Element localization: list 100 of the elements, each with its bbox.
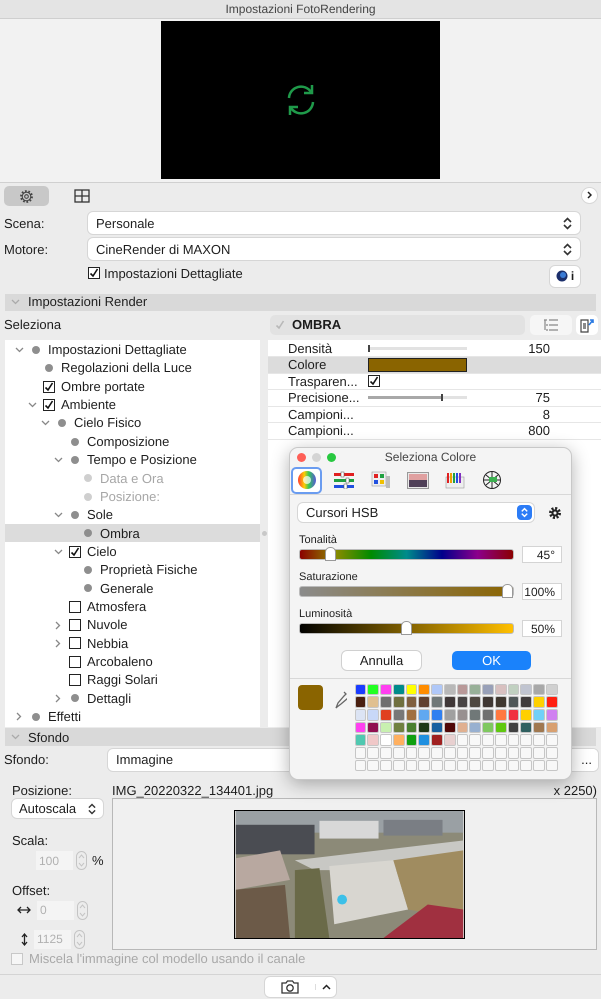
checkbox[interactable] [69,600,81,613]
tree-row[interactable]: Dettagli [5,689,260,708]
property-label: Densità [287,340,334,358]
ok-button[interactable]: OK [452,651,531,670]
checkbox[interactable] [69,546,81,558]
tree-row[interactable]: Effetti [5,708,260,726]
splitter-handle[interactable] [262,530,266,536]
slider-thumb[interactable] [325,547,336,561]
color-slider-track[interactable] [299,623,514,634]
minimize-button[interactable] [312,453,321,462]
tree-row[interactable]: Ombre portate [5,377,260,396]
tree-row[interactable]: Composizione [5,432,260,451]
chevron-right-icon[interactable] [55,638,61,648]
camera-icon [281,980,299,994]
color-slider-track[interactable] [299,586,514,597]
caret-icon[interactable] [322,984,330,990]
slider-thumb[interactable] [441,394,444,402]
chevron-right-icon[interactable] [55,694,61,703]
property-row[interactable]: Trasparen... [268,374,601,390]
engine-dropdown[interactable]: CineRender di MAXON [88,238,580,260]
toolbar-tab[interactable] [4,186,49,206]
vertical-arrow-icon [21,932,28,946]
chevron-down-icon[interactable] [54,548,62,555]
chevron-right-icon[interactable] [16,712,22,722]
export-button[interactable] [576,314,598,335]
chevron-down-icon[interactable] [28,402,36,408]
tree-row[interactable]: Sole [5,506,260,524]
value-field[interactable]: 100% [522,583,562,600]
tree-row[interactable]: Generale [5,579,260,598]
chevron-right-icon[interactable] [55,620,61,630]
file-name: IMG_20220322_134401.jpg [112,782,274,798]
zoom-button[interactable] [327,453,336,462]
slider-track[interactable] [368,396,467,400]
chevron-down-icon[interactable] [11,299,20,306]
tree-row[interactable]: Cielo Fisico [5,414,260,432]
stepper-icon[interactable] [77,900,88,920]
stepper-icon[interactable] [76,851,87,870]
mode-dropdown[interactable]: Cursori HSB [298,503,534,522]
engine-info-button[interactable]: i [550,266,580,287]
bullet-icon [71,510,79,519]
checkbox-label[interactable]: Impostazioni Dettagliate [104,264,243,284]
checkbox[interactable] [43,380,55,393]
color-slider-track[interactable] [299,549,514,560]
property-row[interactable]: Colore [268,357,601,374]
cancel-button[interactable]: Annulla [342,651,421,670]
section-header[interactable]: Impostazioni Render [5,294,596,311]
tree-row[interactable]: Cielo [5,542,260,561]
settings-icon[interactable] [548,506,562,520]
landscape-image-icon [406,472,428,488]
stepper-icon[interactable] [74,930,85,949]
property-row[interactable]: Campioni... 8 [268,406,601,424]
property-row[interactable]: Precisione... 75 [268,390,601,407]
tree-row[interactable]: Nuvole [5,616,260,634]
checkbox[interactable] [69,619,81,631]
crayons-icon [444,471,464,489]
chevron-down-icon[interactable] [11,734,20,740]
panel-label: Seleziona [3,316,62,334]
tree-row[interactable]: Raggi Solari [5,670,260,690]
settings-icon [19,188,34,204]
eyedropper-icon[interactable] [335,691,347,709]
slider-thumb[interactable] [502,584,514,598]
chevron-down-icon[interactable] [54,456,62,463]
checkbox[interactable] [69,674,81,686]
slider-thumb[interactable] [401,621,412,635]
list-icon [543,318,559,331]
chevron-down-icon[interactable] [14,346,24,353]
capture-button[interactable] [265,977,336,998]
current-color-well[interactable] [298,685,323,710]
chevron-down-icon[interactable] [40,420,50,426]
tree-row[interactable]: Ombra [5,524,260,542]
property-row[interactable]: Campioni... 800 [268,423,601,440]
tree-row[interactable]: Regolazioni della Luce [5,359,260,378]
checkbox[interactable] [274,318,286,331]
tree-row[interactable]: Nebbia [5,634,260,653]
tree-row[interactable]: Atmosfera [5,597,260,616]
tree-row[interactable]: Arcobaleno [5,652,260,671]
checkbox[interactable] [88,267,100,280]
checkbox[interactable] [368,375,380,388]
tree-row[interactable]: Impostazioni Dettagliate [5,340,260,360]
tree-row[interactable]: Ambiente [5,396,260,414]
tree-row[interactable]: Tempo e Posizione [5,450,260,470]
value-field[interactable]: 45° [522,546,562,563]
field-label: Sfondo: [3,751,50,770]
unit-label: % [92,852,104,870]
checkbox[interactable] [69,637,81,650]
color-wheel-icon [296,470,316,490]
window-title: Impostazioni FotoRendering [225,1,376,18]
checkbox[interactable] [43,398,55,411]
color-swatch[interactable] [368,358,467,372]
bullet-icon [84,492,92,501]
chevron-down-icon[interactable] [54,512,62,518]
property-value: 75 [534,389,550,408]
scene-dropdown[interactable]: Personale [88,212,580,234]
bullet-icon [45,364,53,372]
close-button[interactable] [297,453,306,462]
checkbox[interactable] [69,656,81,668]
position-dropdown[interactable]: Autoscala [12,799,103,818]
more-button[interactable] [582,188,597,203]
tree-row[interactable]: Proprietà Fisiche [5,560,260,580]
value-field[interactable]: 50% [522,620,562,637]
